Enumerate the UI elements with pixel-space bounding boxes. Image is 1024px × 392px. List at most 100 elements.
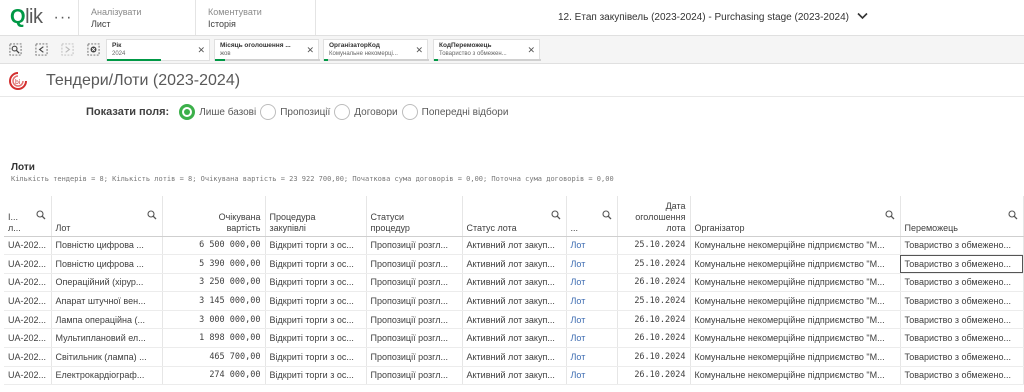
cell-procedure[interactable]: Відкриті торги з ос... xyxy=(265,366,367,386)
cell-link[interactable]: Лот xyxy=(566,236,618,256)
cell-procedure[interactable]: Відкриті торги з ос... xyxy=(265,236,367,256)
cell-lot-status[interactable]: Активний лот закуп... xyxy=(462,291,567,311)
col-header-announce-date[interactable]: Дата оголошення лота xyxy=(617,196,691,237)
cell-expected-value[interactable]: 3 250 000,00 xyxy=(162,273,266,293)
cell-id[interactable]: UA-202... xyxy=(4,236,52,256)
col-header-organizer[interactable]: Організатор xyxy=(690,196,901,237)
table-row[interactable]: UA-202... Операційний (хірур... 3 250 000,… xyxy=(4,273,1024,293)
cell-announce-date[interactable]: 26.10.2024 xyxy=(617,310,691,330)
close-icon[interactable]: ✕ xyxy=(306,45,314,56)
cell-winner[interactable]: Товариство з обмежено... xyxy=(900,347,1024,367)
search-icon[interactable] xyxy=(550,210,561,220)
step-back-icon[interactable] xyxy=(30,39,52,61)
cell-id[interactable]: UA-202... xyxy=(4,310,52,330)
cell-announce-date[interactable]: 25.10.2024 xyxy=(617,291,691,311)
search-icon[interactable] xyxy=(884,210,895,220)
col-header-link[interactable]: ... xyxy=(566,196,618,237)
app-title-dropdown[interactable]: 12. Етап закупівель (2023-2024) - Purcha… xyxy=(558,11,868,23)
cell-lot[interactable]: Повністю цифрова ... xyxy=(51,254,163,274)
tab-analyze[interactable]: Аналізувати Лист xyxy=(78,0,196,35)
cell-procedure-status[interactable]: Пропозиції розгл... xyxy=(366,347,463,367)
cell-id[interactable]: UA-202... xyxy=(4,273,52,293)
cell-organizer[interactable]: Комунальне некомерційне підприємство "М.… xyxy=(690,347,901,367)
cell-procedure-status[interactable]: Пропозиції розгл... xyxy=(366,366,463,386)
cell-procedure[interactable]: Відкриті торги з ос... xyxy=(265,254,367,274)
cell-announce-date[interactable]: 26.10.2024 xyxy=(617,347,691,367)
table-row[interactable]: UA-202... Електрокардіограф... 274 000,00 В… xyxy=(4,366,1024,386)
cell-organizer[interactable]: Комунальне некомерційне підприємство "М.… xyxy=(690,236,901,256)
cell-procedure-status[interactable]: Пропозиції розгл... xyxy=(366,254,463,274)
cell-link[interactable]: Лот xyxy=(566,366,618,386)
cell-expected-value[interactable]: 274 000,00 xyxy=(162,366,266,386)
cell-lot[interactable]: Лампа операційна (... xyxy=(51,310,163,330)
cell-id[interactable]: UA-202... xyxy=(4,291,52,311)
table-row[interactable]: UA-202... Світильник (лампа) ... 465 700,0… xyxy=(4,347,1024,367)
cell-lot-status[interactable]: Активний лот закуп... xyxy=(462,328,567,349)
cell-procedure[interactable]: Відкриті торги з ос... xyxy=(265,273,367,293)
table-row[interactable]: UA-202... Повністю цифрова ... 5 390 000,0… xyxy=(4,254,1024,274)
cell-procedure-status[interactable]: Пропозиції розгл... xyxy=(366,328,463,349)
cell-organizer[interactable]: Комунальне некомерційне підприємство "М.… xyxy=(690,366,901,386)
cell-winner[interactable]: Товариство з обмежено... xyxy=(900,254,1024,274)
col-header-id[interactable]: І... л... xyxy=(4,196,52,237)
cell-organizer[interactable]: Комунальне некомерційне підприємство "М.… xyxy=(690,328,901,349)
more-menu-button[interactable]: ··· xyxy=(48,0,78,35)
cell-lot-status[interactable]: Активний лот закуп... xyxy=(462,310,567,330)
cell-procedure-status[interactable]: Пропозиції розгл... xyxy=(366,310,463,330)
cell-announce-date[interactable]: 26.10.2024 xyxy=(617,366,691,386)
cell-winner[interactable]: Товариство з обмежено... xyxy=(900,273,1024,293)
table-row[interactable]: UA-202... Апарат штучної вен... 3 145 000,… xyxy=(4,291,1024,311)
cell-expected-value[interactable]: 5 390 000,00 xyxy=(162,254,266,274)
cell-link[interactable]: Лот xyxy=(566,254,618,274)
search-icon[interactable] xyxy=(35,210,46,220)
cell-id[interactable]: UA-202... xyxy=(4,328,52,349)
step-forward-icon[interactable] xyxy=(56,39,78,61)
selection-chip-month[interactable]: Місяць оголошення ... жов ✕ xyxy=(214,39,320,61)
cell-organizer[interactable]: Комунальне некомерційне підприємство "М.… xyxy=(690,273,901,293)
cell-lot[interactable]: Світильник (лампа) ... xyxy=(51,347,163,367)
cell-expected-value[interactable]: 6 500 000,00 xyxy=(162,236,266,256)
qlik-logo[interactable]: Qlik xyxy=(0,0,48,35)
smart-search-icon[interactable] xyxy=(4,39,26,61)
cell-announce-date[interactable]: 26.10.2024 xyxy=(617,328,691,349)
cell-procedure[interactable]: Відкриті торги з ос... xyxy=(265,328,367,349)
cell-expected-value[interactable]: 1 898 000,00 xyxy=(162,328,266,349)
cell-organizer[interactable]: Комунальне некомерційне підприємство "М.… xyxy=(690,310,901,330)
cell-lot[interactable]: Мультиплановий ел... xyxy=(51,328,163,349)
radio-contracts[interactable]: Договори xyxy=(334,104,398,120)
cell-organizer[interactable]: Комунальне некомерційне підприємство "М.… xyxy=(690,291,901,311)
col-header-expected-value[interactable]: Очікувана вартість xyxy=(162,196,266,237)
radio-basic[interactable]: Лише базові xyxy=(179,104,256,120)
cell-procedure-status[interactable]: Пропозиції розгл... xyxy=(366,273,463,293)
radio-proposals[interactable]: Пропозиції xyxy=(260,104,330,120)
selection-chip-organizer[interactable]: ОрганізаторКод Комунальне некомерці... ✕ xyxy=(323,39,429,61)
cell-procedure[interactable]: Відкриті торги з ос... xyxy=(265,347,367,367)
radio-preselections[interactable]: Попередні відбори xyxy=(401,104,508,120)
cell-winner[interactable]: Товариство з обмежено... xyxy=(900,236,1024,256)
close-icon[interactable]: ✕ xyxy=(415,45,423,56)
cell-announce-date[interactable]: 26.10.2024 xyxy=(617,273,691,293)
cell-organizer[interactable]: Комунальне некомерційне підприємство "М.… xyxy=(690,254,901,274)
selection-chip-winner[interactable]: КодПереможець Товариство з обмежен... ✕ xyxy=(433,39,541,61)
cell-link[interactable]: Лот xyxy=(566,347,618,367)
cell-lot[interactable]: Апарат штучної вен... xyxy=(51,291,163,311)
cell-expected-value[interactable]: 3 145 000,00 xyxy=(162,291,266,311)
close-icon[interactable]: ✕ xyxy=(527,45,535,56)
cell-announce-date[interactable]: 25.10.2024 xyxy=(617,236,691,256)
cell-winner[interactable]: Товариство з обмежено... xyxy=(900,328,1024,349)
cell-procedure-status[interactable]: Пропозиції розгл... xyxy=(366,236,463,256)
cell-lot-status[interactable]: Активний лот закуп... xyxy=(462,347,567,367)
search-icon[interactable] xyxy=(601,210,612,220)
table-row[interactable]: UA-202... Мультиплановий ел... 1 898 000,0… xyxy=(4,328,1024,349)
cell-expected-value[interactable]: 465 700,00 xyxy=(162,347,266,367)
search-icon[interactable] xyxy=(146,210,157,220)
cell-lot[interactable]: Операційний (хірур... xyxy=(51,273,163,293)
col-header-procedure-status[interactable]: Статуси процедур xyxy=(366,196,463,237)
cell-procedure[interactable]: Відкриті торги з ос... xyxy=(265,310,367,330)
cell-lot[interactable]: Повністю цифрова ... xyxy=(51,236,163,256)
cell-procedure-status[interactable]: Пропозиції розгл... xyxy=(366,291,463,311)
cell-expected-value[interactable]: 3 000 000,00 xyxy=(162,310,266,330)
cell-link[interactable]: Лот xyxy=(566,328,618,349)
cell-lot-status[interactable]: Активний лот закуп... xyxy=(462,273,567,293)
selection-chip-year[interactable]: Рік 2024 ✕ xyxy=(106,39,210,61)
